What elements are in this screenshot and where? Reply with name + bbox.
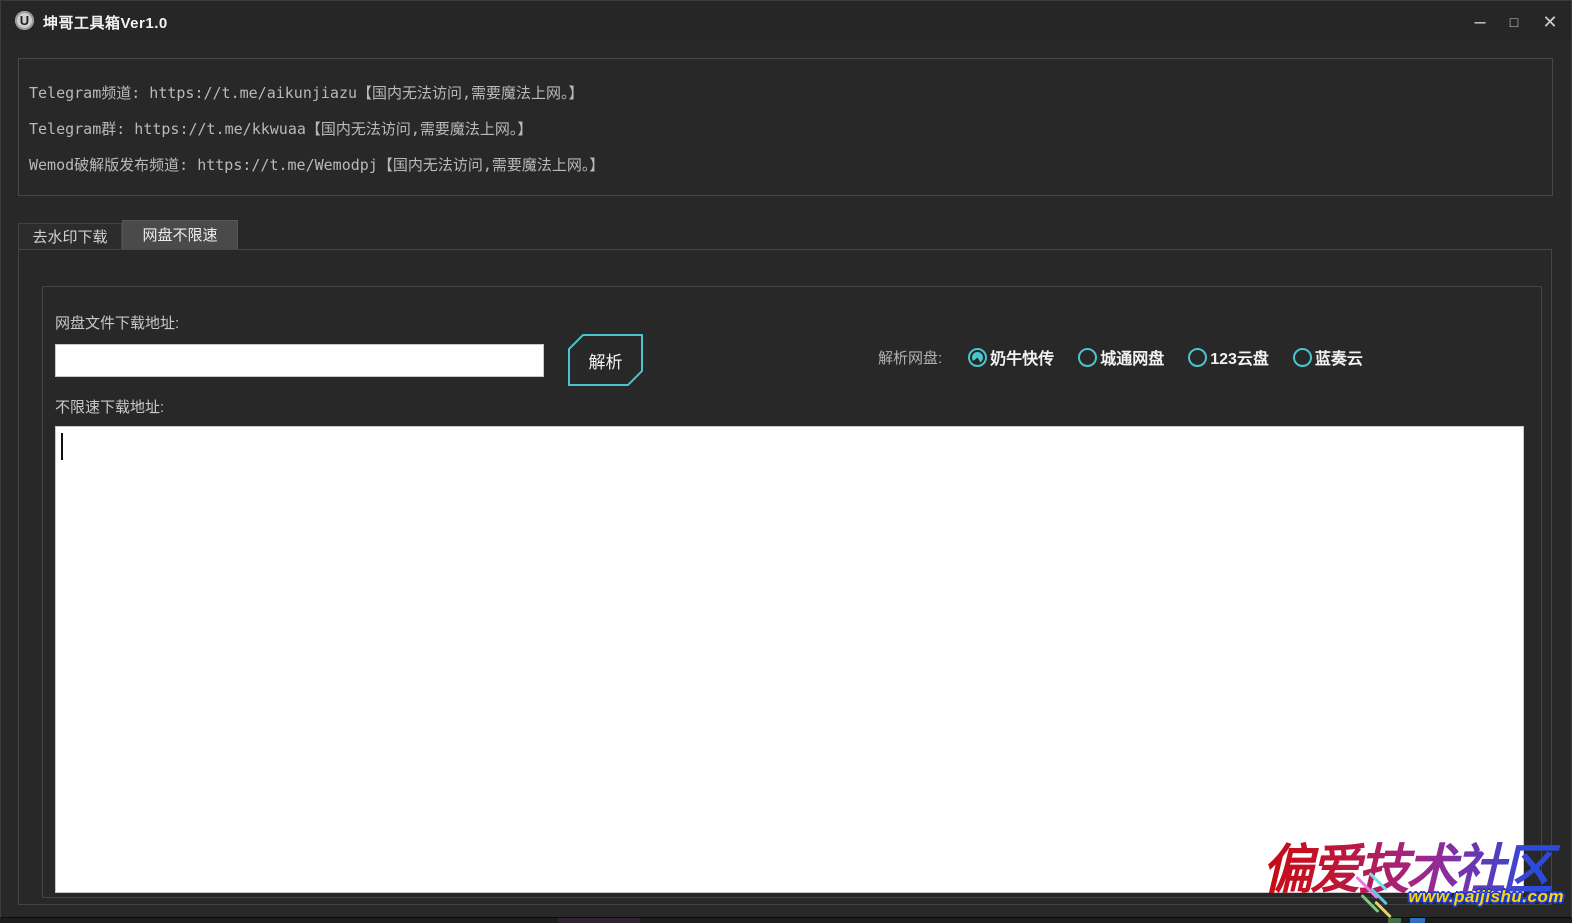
- taskbar-fragment: [558, 918, 640, 923]
- provider-caption: 解析网盘:: [878, 347, 942, 368]
- app-icon: U: [15, 11, 34, 30]
- title-bar: U 坤哥工具箱Ver1.0 – □ ✕: [1, 1, 1571, 41]
- radio-lanzou-circle[interactable]: [1293, 348, 1312, 367]
- close-button[interactable]: ✕: [1535, 7, 1565, 37]
- tab-panel: 网盘文件下载地址: 解析 解析网盘: 奶牛快传 城通网盘: [18, 249, 1552, 905]
- radio-123pan[interactable]: 123云盘: [1188, 345, 1269, 369]
- result-textarea[interactable]: [55, 426, 1524, 893]
- taskbar-fragment: [1388, 918, 1401, 923]
- radio-123pan-circle[interactable]: [1188, 348, 1207, 367]
- url-field-label: 网盘文件下载地址:: [55, 312, 179, 333]
- parse-button[interactable]: 解析: [568, 334, 643, 386]
- minimize-button[interactable]: –: [1465, 7, 1495, 37]
- info-panel: Telegram频道: https://t.me/aikunjiazu【国内无法…: [18, 58, 1553, 196]
- radio-lanzou[interactable]: 蓝奏云: [1293, 345, 1363, 369]
- taskbar-sliver: [0, 918, 1572, 923]
- text-cursor: [61, 433, 63, 460]
- tab-watermark-download[interactable]: 去水印下载: [18, 223, 122, 250]
- netdisk-group-box: 网盘文件下载地址: 解析 解析网盘: 奶牛快传 城通网盘: [42, 286, 1542, 898]
- netdisk-url-input[interactable]: [55, 344, 544, 377]
- radio-chengtong-label: 城通网盘: [1100, 345, 1164, 369]
- radio-lanzou-label: 蓝奏云: [1315, 345, 1363, 369]
- tab-netdisk-unlimited[interactable]: 网盘不限速: [122, 220, 238, 250]
- radio-chengtong[interactable]: 城通网盘: [1078, 345, 1164, 369]
- provider-radio-group: 解析网盘: 奶牛快传 城通网盘 123云盘 蓝奏云: [878, 345, 1363, 369]
- maximize-button[interactable]: □: [1499, 7, 1529, 37]
- radio-nainiu-label: 奶牛快传: [990, 345, 1054, 369]
- radio-nainiu-circle[interactable]: [968, 348, 987, 367]
- telegram-group-line: Telegram群: https://t.me/kkwuaa【国内无法访问,需要…: [29, 111, 1542, 147]
- telegram-channel-line: Telegram频道: https://t.me/aikunjiazu【国内无法…: [29, 75, 1542, 111]
- app-window: U 坤哥工具箱Ver1.0 – □ ✕ Telegram频道: https://…: [0, 0, 1572, 918]
- radio-chengtong-circle[interactable]: [1078, 348, 1097, 367]
- parse-button-label: 解析: [568, 334, 643, 386]
- window-title: 坤哥工具箱Ver1.0: [43, 12, 168, 33]
- taskbar-fragment: [1410, 918, 1425, 923]
- result-field-label: 不限速下载地址:: [55, 396, 164, 417]
- radio-nainiu[interactable]: 奶牛快传: [968, 345, 1054, 369]
- wemod-channel-line: Wemod破解版发布频道: https://t.me/Wemodpj【国内无法访…: [29, 147, 1542, 183]
- radio-123pan-label: 123云盘: [1210, 345, 1269, 369]
